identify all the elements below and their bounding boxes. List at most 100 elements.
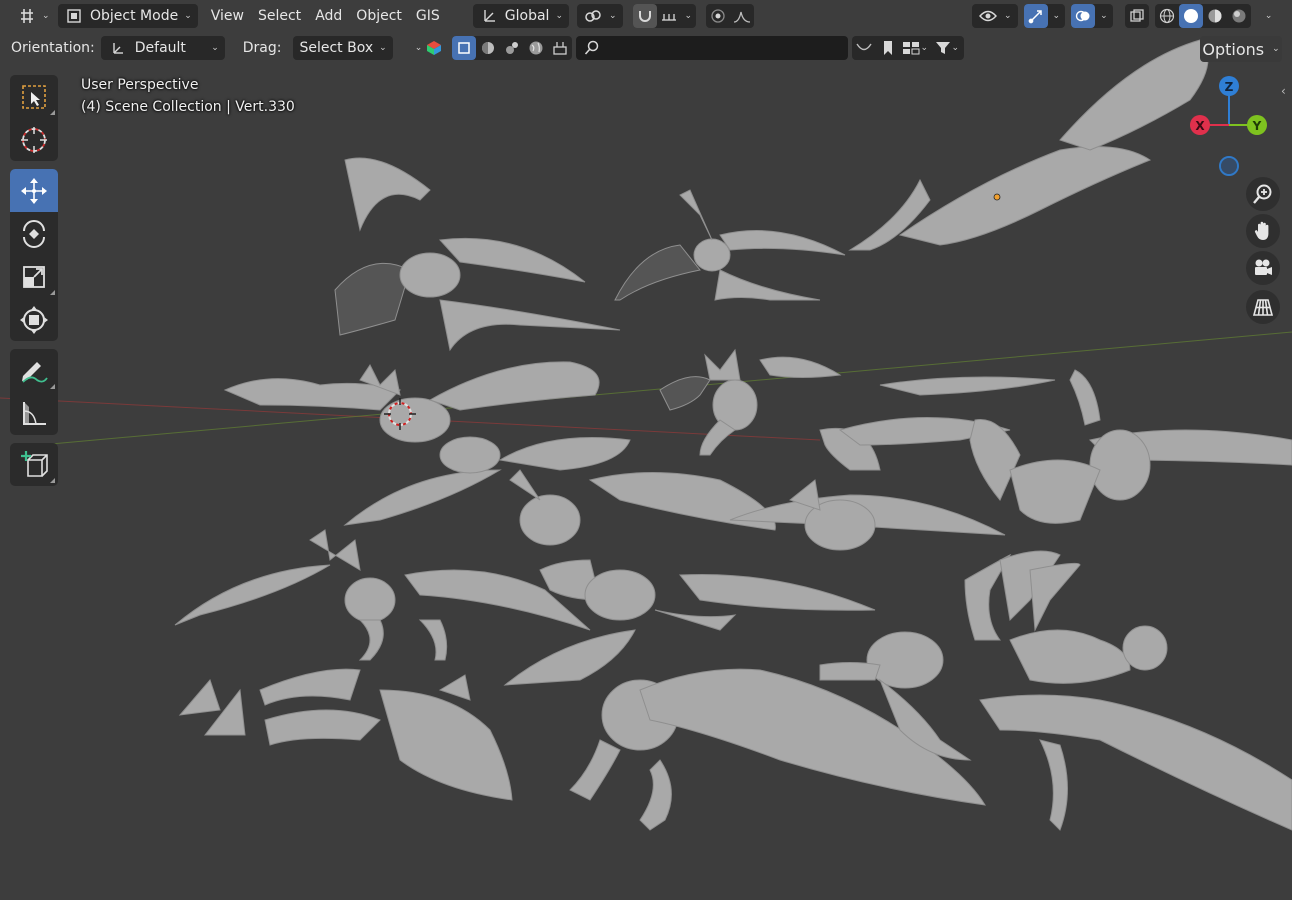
search-icon (582, 38, 602, 58)
projection-toggle-button[interactable] (1246, 290, 1280, 324)
viewport-header: ⌄ Object Mode ⌄ View Select Add Object G… (0, 0, 1292, 32)
mode-dropdown[interactable]: Object Mode ⌄ (58, 4, 198, 28)
pan-button[interactable] (1246, 214, 1280, 248)
chevron-down-icon[interactable]: ⌄ (415, 43, 423, 53)
menu-gis[interactable]: GIS (409, 4, 447, 28)
pivot-point-dropdown[interactable]: ⌄ (577, 4, 623, 28)
xray-toggle[interactable] (1124, 4, 1149, 28)
eye-icon (978, 6, 998, 26)
hierarchy-dropdown[interactable]: ⌄ (900, 36, 930, 60)
hand-icon (1254, 221, 1269, 240)
menu-object[interactable]: Object (349, 4, 409, 28)
tool-rotate[interactable] (10, 212, 58, 255)
drag-field-label: Drag: (242, 40, 282, 56)
orientation-label: Global (504, 8, 550, 24)
filter-dropdown[interactable]: ⌄ (930, 36, 964, 60)
restrict-toggle[interactable] (852, 36, 876, 60)
outliner-filter-group: ⌄ ⌄ (852, 36, 965, 60)
tool-group-annotate (10, 349, 58, 435)
orientation-value: Default (134, 40, 186, 56)
select-box-icon (22, 84, 46, 109)
filter-mesh-button[interactable] (476, 36, 500, 60)
tool-annotate[interactable] (10, 349, 58, 392)
tool-move[interactable] (10, 169, 58, 212)
gizmo-z-label: Z (1225, 80, 1234, 94)
chevron-down-icon: ⌄ (951, 43, 960, 53)
overlays-toggle[interactable] (1071, 4, 1096, 28)
chevron-down-icon: ⌄ (609, 11, 617, 21)
bookmark-toggle[interactable] (876, 36, 900, 60)
proportional-icon (711, 9, 725, 23)
xray-icon (1125, 4, 1149, 28)
filter-selectable-button[interactable] (452, 36, 477, 60)
tool-measure[interactable] (10, 392, 58, 435)
filter-other-button[interactable] (548, 36, 572, 60)
snap-toggle[interactable] (632, 4, 657, 28)
navigation-gizmo[interactable]: Z X Y (1180, 74, 1280, 184)
chevron-down-icon[interactable]: ⌄ (1095, 11, 1113, 21)
tool-cursor[interactable] (10, 118, 58, 161)
camera-view-button[interactable] (1246, 251, 1280, 285)
chevron-down-icon: ⌄ (1004, 11, 1012, 21)
gizmo-y-label: Y (1252, 119, 1262, 133)
cursor-icon (21, 126, 47, 153)
zoom-button[interactable] (1246, 177, 1280, 211)
annotate-icon (22, 361, 48, 383)
rotate-icon (23, 219, 45, 248)
editor-type-button[interactable]: ⌄ (12, 4, 52, 28)
menu-view[interactable]: View (204, 4, 251, 28)
snap-target-dropdown[interactable] (657, 4, 681, 28)
wireframe-sphere-icon (1159, 8, 1174, 24)
shading-material-button[interactable] (1203, 4, 1227, 28)
shading-wireframe-button[interactable] (1155, 4, 1179, 28)
orientation-dropdown[interactable]: Default ⌄ (100, 36, 225, 60)
mode-label: Object Mode (90, 8, 179, 24)
mesh-sphere-icon (482, 42, 495, 54)
chevron-down-icon[interactable]: ⌄ (1048, 11, 1066, 21)
orientation-default-icon (107, 38, 127, 58)
chevron-down-icon: ⌄ (184, 11, 192, 21)
filter-lights-button[interactable] (500, 36, 524, 60)
tool-scale[interactable] (10, 255, 58, 298)
menu-select[interactable]: Select (251, 4, 308, 28)
color-cube-icon[interactable] (424, 38, 444, 58)
proportional-editing-toggle[interactable] (706, 4, 730, 28)
shading-options-dropdown[interactable]: ⌄ (1257, 4, 1281, 28)
filter-world-button[interactable] (524, 36, 548, 60)
grid-perspective-icon (1252, 299, 1274, 316)
scale-icon (23, 265, 45, 288)
object-type-filter-group (452, 36, 573, 60)
tool-transform[interactable] (10, 298, 58, 341)
snapping-group: ⌄ (632, 4, 697, 28)
tool-settings-header: Orientation: Default ⌄ Drag: Select Box … (0, 32, 1292, 64)
shading-solid-button[interactable] (1178, 4, 1203, 28)
falloff-dropdown[interactable] (730, 4, 754, 28)
drag-dropdown[interactable]: Select Box ⌄ (293, 36, 393, 60)
shading-rendered-button[interactable] (1227, 4, 1251, 28)
chevron-down-icon: ⌄ (555, 11, 563, 21)
chevron-down-icon: ⌄ (211, 43, 219, 53)
options-dropdown[interactable]: Options ⌄ (1200, 36, 1282, 62)
chevron-down-icon[interactable]: ⌄ (681, 11, 697, 21)
gizmo-group: ⌄ (1023, 4, 1066, 28)
camera-icon (1255, 259, 1272, 275)
tool-add-cube[interactable] (10, 443, 58, 486)
funnel-icon (936, 42, 951, 54)
proportional-editing-group (706, 4, 755, 28)
menu-add[interactable]: Add (308, 4, 349, 28)
options-label: Options (1202, 39, 1265, 59)
search-input[interactable] (576, 36, 849, 60)
drag-value: Select Box (299, 40, 374, 56)
visibility-dropdown[interactable]: ⌄ (972, 4, 1018, 28)
gizmo-toggle[interactable] (1023, 4, 1048, 28)
tool-select-box[interactable] (10, 75, 58, 118)
hierarchy-icon (903, 42, 920, 55)
link-icon (583, 6, 603, 26)
3d-viewport[interactable] (0, 0, 1292, 900)
transform-orientation-dropdown[interactable]: Global ⌄ (472, 4, 569, 28)
material-sphere-icon (1208, 9, 1222, 23)
sidebar-toggle-chevron-icon[interactable]: ‹ (1281, 84, 1286, 98)
tool-variants-indicator (50, 478, 55, 483)
collection-info: (4) Scene Collection | Vert.330 (81, 99, 295, 115)
perspective-label: User Perspective (81, 77, 199, 93)
